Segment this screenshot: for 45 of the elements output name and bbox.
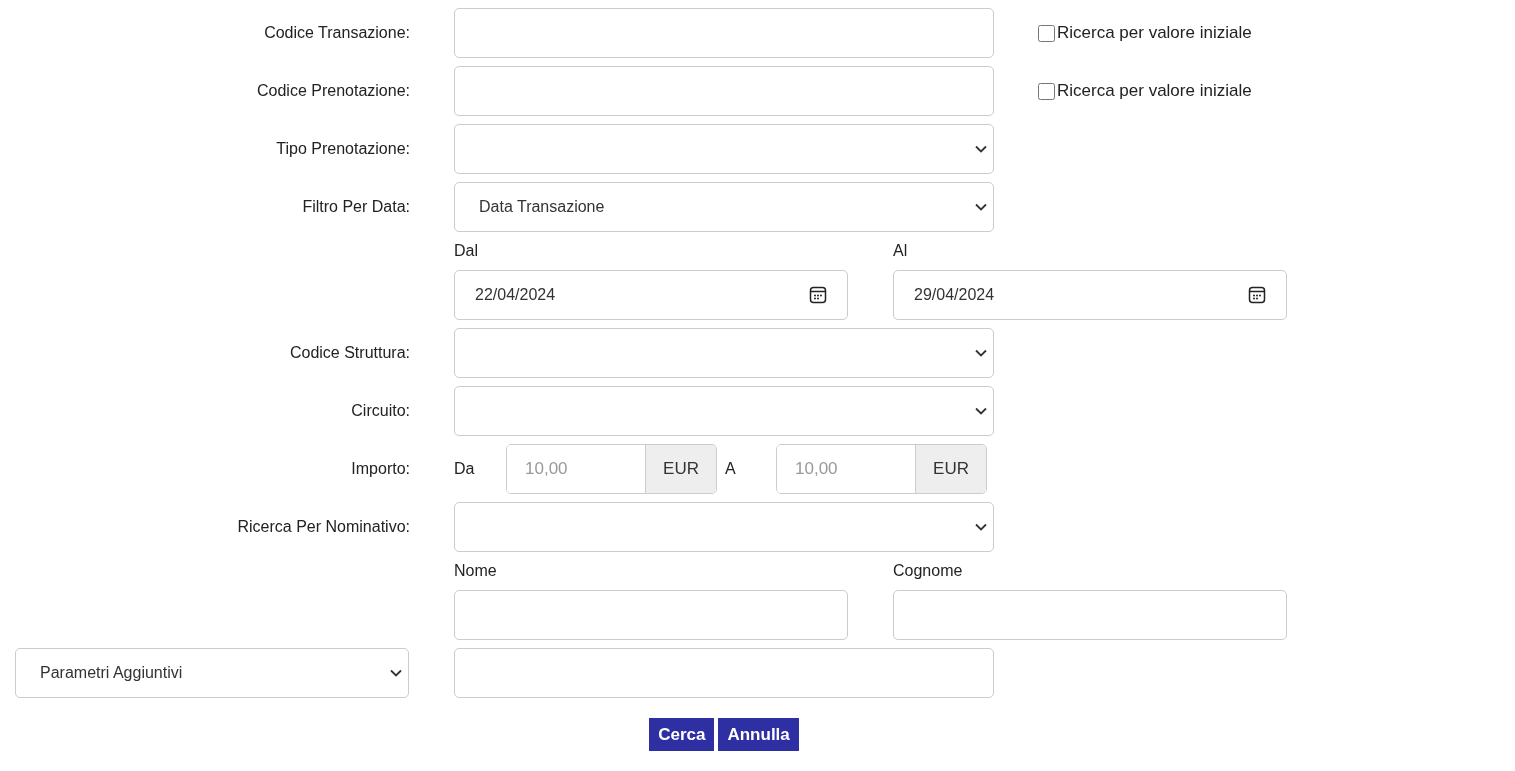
field-label: Tipo Prenotazione:	[275, 140, 410, 158]
chevron-down-icon	[975, 523, 987, 531]
chevron-down-icon	[975, 145, 987, 153]
checkbox-label[interactable]: Ricerca per valore iniziale	[1038, 23, 1252, 43]
chevron-down-icon	[975, 203, 987, 211]
text-field[interactable]	[454, 648, 994, 698]
action-button[interactable]: Cerca	[649, 718, 715, 751]
date-field[interactable]: 22/04/2024	[454, 270, 848, 320]
calendar-icon	[809, 286, 827, 304]
text-field[interactable]	[454, 8, 994, 58]
select-field[interactable]: Data Transazione	[454, 182, 994, 232]
calendar-icon	[1248, 286, 1266, 304]
field-label: Codice Transazione:	[263, 24, 410, 42]
checkbox[interactable]	[1038, 82, 1055, 100]
chevron-down-icon	[975, 407, 987, 415]
chevron-down-icon	[390, 669, 402, 677]
field-label: Codice Struttura:	[288, 344, 410, 362]
field-label: Codice Prenotazione:	[256, 82, 410, 100]
field-label: Importo:	[350, 460, 410, 478]
currency-addon: EUR	[915, 445, 986, 493]
field-label: Cognome	[893, 561, 964, 581]
checkbox[interactable]	[1038, 24, 1055, 42]
text-field[interactable]	[893, 590, 1287, 640]
range-label: A	[725, 460, 737, 478]
currency-addon: EUR	[645, 445, 716, 493]
field-label: Circuito:	[350, 402, 410, 420]
text-field[interactable]	[454, 66, 994, 116]
checkbox-label[interactable]: Ricerca per valore iniziale	[1038, 81, 1252, 101]
amount-input-group[interactable]: 10,00 EUR	[776, 444, 987, 494]
action-button[interactable]: Annulla	[718, 718, 799, 751]
select-field[interactable]	[454, 124, 994, 174]
field-label: Nome	[454, 561, 498, 581]
chevron-down-icon	[975, 349, 987, 357]
text-field[interactable]	[454, 590, 848, 640]
date-field[interactable]: 29/04/2024	[893, 270, 1287, 320]
field-label: Filtro Per Data:	[301, 198, 410, 216]
select-field[interactable]	[454, 386, 994, 436]
select-field[interactable]	[454, 502, 994, 552]
field-label: Dal	[454, 241, 479, 261]
select-field[interactable]: Parametri Aggiuntivi	[15, 648, 409, 698]
range-label: Da	[454, 460, 476, 478]
field-label: Al	[893, 241, 909, 261]
field-label: Ricerca Per Nominativo:	[236, 518, 410, 536]
select-field[interactable]	[454, 328, 994, 378]
amount-input-group[interactable]: 10,00 EUR	[506, 444, 717, 494]
